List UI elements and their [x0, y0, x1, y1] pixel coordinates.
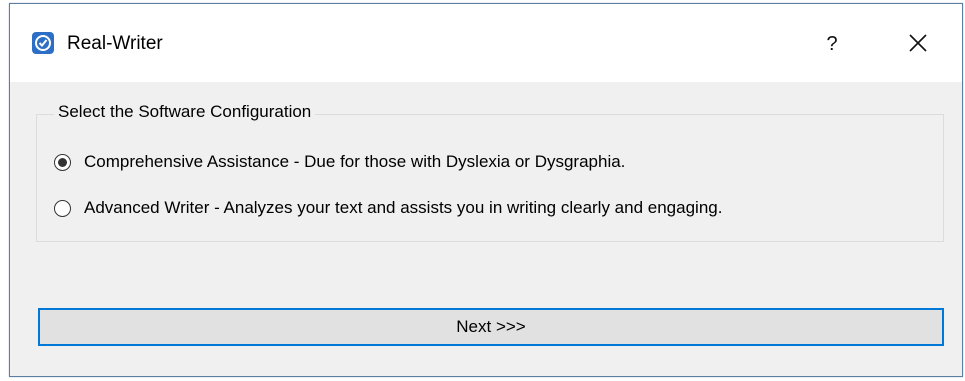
app-icon [32, 32, 54, 54]
radio-button-unselected[interactable] [54, 199, 71, 217]
next-button[interactable]: Next >>> [38, 308, 944, 346]
radio-button-selected[interactable] [54, 153, 71, 171]
title-bar[interactable]: Real-Writer ? [10, 4, 962, 82]
groupbox-title: Select the Software Configuration [54, 102, 316, 122]
window-title: Real-Writer [67, 33, 163, 54]
dialog-window: Real-Writer ? Select the Software Config… [9, 3, 963, 377]
close-button[interactable] [890, 22, 946, 66]
option-advanced-writer[interactable]: Advanced Writer - Analyzes your text and… [54, 198, 722, 218]
help-button[interactable]: ? [804, 22, 860, 66]
option-label: Comprehensive Assistance - Due for those… [84, 152, 626, 171]
option-comprehensive-assistance[interactable]: Comprehensive Assistance - Due for those… [54, 152, 625, 172]
close-icon [909, 34, 927, 52]
dialog-body: Select the Software Configuration Compre… [10, 82, 962, 376]
option-label: Advanced Writer - Analyzes your text and… [84, 198, 723, 217]
configuration-groupbox [36, 114, 944, 242]
